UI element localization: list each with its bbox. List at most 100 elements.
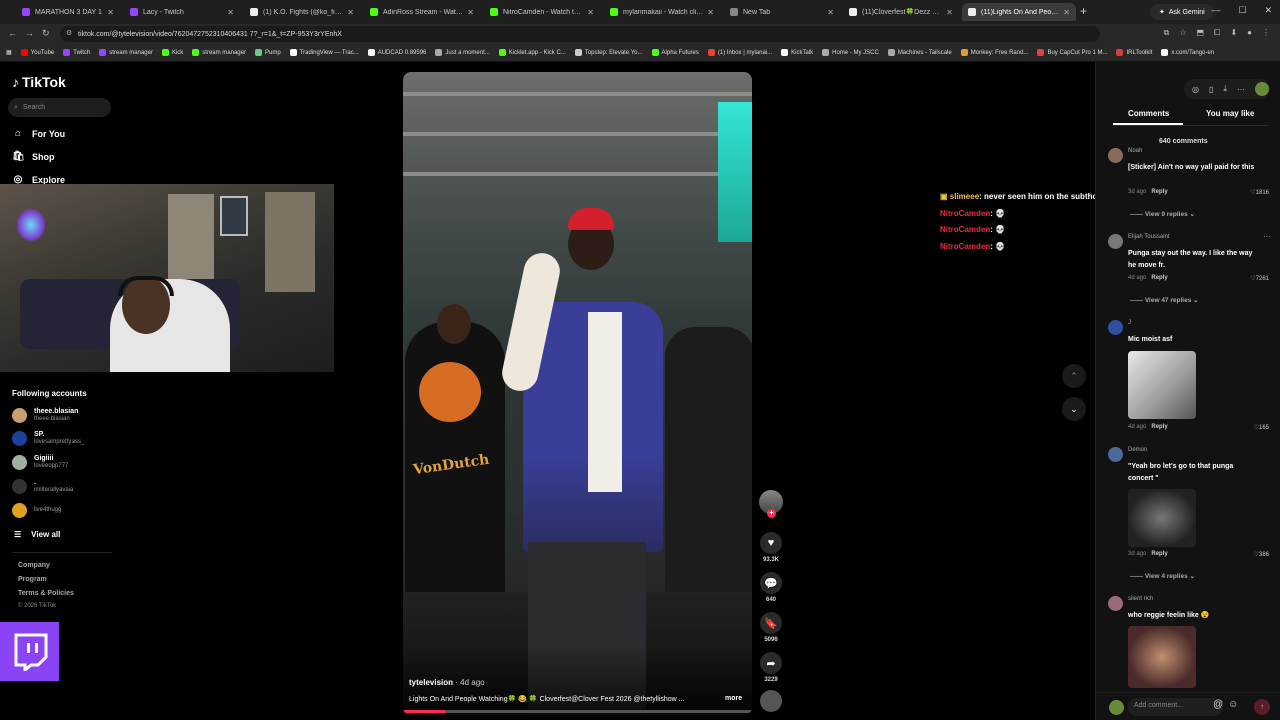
profile-icon[interactable]: ● bbox=[1247, 28, 1252, 38]
browser-tab[interactable]: (1) K.O. Fights (@ko_fights_) / X ✕ bbox=[244, 3, 360, 21]
tab-comments[interactable]: Comments bbox=[1128, 109, 1169, 118]
add-comment-input[interactable]: Add comment... bbox=[1128, 698, 1223, 716]
phone-icon[interactable]: ▯ bbox=[1209, 85, 1213, 94]
ask-gemini-button[interactable]: ✦ Ask Gemini bbox=[1150, 4, 1214, 20]
browser-tab[interactable]: Lacy - Twitch ✕ bbox=[124, 3, 240, 21]
maximize-icon[interactable]: ☐ bbox=[1238, 5, 1246, 16]
extensions-icon[interactable]: ⬒ bbox=[1196, 28, 1204, 38]
close-icon[interactable]: ✕ bbox=[347, 8, 354, 17]
reply-button[interactable]: Reply bbox=[1151, 551, 1167, 557]
avatar[interactable] bbox=[1108, 234, 1123, 249]
bookmark[interactable]: Pump bbox=[254, 49, 281, 56]
following-account[interactable]: . imliterallyavaia bbox=[12, 479, 73, 494]
reply-button[interactable]: Reply bbox=[1151, 189, 1167, 195]
save-button[interactable]: 🔖 5096 bbox=[758, 612, 784, 643]
bookmark[interactable]: KickTalk bbox=[781, 49, 813, 56]
close-icon[interactable]: ✕ bbox=[707, 8, 714, 17]
bookmark[interactable]: AUDCAD 0.89596 bbox=[367, 49, 426, 56]
next-video-button[interactable]: ⌄ bbox=[1062, 397, 1086, 421]
follow-plus-icon[interactable]: + bbox=[767, 509, 776, 518]
video-progress-bar[interactable] bbox=[403, 710, 752, 713]
bookmark[interactable]: YouTube bbox=[20, 49, 54, 56]
menu-icon[interactable]: ⋮ bbox=[1262, 28, 1270, 38]
browser-tab[interactable]: AdinRoss Stream - Watch Live✕ bbox=[364, 3, 480, 21]
comment-like[interactable]: ♡165 bbox=[1254, 424, 1269, 431]
bookmark[interactable]: Buy CapCut Pro 1 M... bbox=[1037, 49, 1107, 56]
share-button[interactable]: ➦ 3229 bbox=[758, 652, 784, 683]
compass-icon[interactable]: ◎ bbox=[1192, 85, 1199, 94]
close-icon[interactable]: ✕ bbox=[587, 8, 594, 17]
close-icon[interactable]: ✕ bbox=[946, 8, 953, 17]
following-account[interactable]: SP. lovesampretty ass_ bbox=[12, 431, 85, 446]
bookmark[interactable]: Kicklet.app - Kick C... bbox=[498, 49, 566, 56]
address-bar[interactable]: ⚙ tiktok.com/@tytelevision/video/7620472… bbox=[60, 26, 1100, 42]
nav-shop[interactable]: 🛍 Shop bbox=[12, 151, 55, 162]
close-icon[interactable]: ✕ bbox=[827, 8, 834, 17]
bookmark[interactable]: Topstep: Elevate Yo... bbox=[574, 49, 643, 56]
comment-image[interactable] bbox=[1128, 626, 1196, 688]
following-account[interactable]: Gigiiii loveeopp777 bbox=[12, 455, 68, 470]
comment-image[interactable] bbox=[1128, 351, 1196, 419]
more-options-icon[interactable]: ··· bbox=[1263, 232, 1271, 241]
browser-tab[interactable]: (11)Cloverfest🍀Dezz perfo ✕ bbox=[843, 3, 959, 21]
browser-tab[interactable]: New Tab ✕ bbox=[724, 3, 840, 21]
bookmark-star-icon[interactable]: ☆ bbox=[1179, 28, 1186, 38]
caption-more-button[interactable]: more bbox=[725, 695, 742, 702]
bookmark[interactable]: stream manager bbox=[192, 49, 246, 56]
comment-author[interactable]: silent rich bbox=[1128, 596, 1153, 602]
bookmark[interactable]: x.com/Tango‑en bbox=[1161, 49, 1214, 56]
bookmark[interactable]: (1) Inbox | mylanai... bbox=[707, 49, 772, 56]
video-author[interactable]: tytelevision · 4d ago bbox=[409, 678, 485, 687]
bookmark[interactable]: stream manager bbox=[99, 49, 153, 56]
new-tab-button[interactable]: + bbox=[1080, 4, 1087, 18]
following-account[interactable]: theee.blasian theee.blasian bbox=[12, 408, 78, 423]
comment-author[interactable]: Elijah Toussaint bbox=[1128, 234, 1170, 240]
comment-like[interactable]: ♡386 bbox=[1254, 551, 1269, 558]
bookmark[interactable]: Machines - Tailscale bbox=[887, 49, 952, 56]
bookmark[interactable]: Monkey: Free Rand... bbox=[960, 49, 1028, 56]
close-icon[interactable]: ✕ bbox=[1063, 8, 1070, 17]
user-avatar[interactable] bbox=[1254, 82, 1269, 96]
previous-video-button[interactable]: ⌃ bbox=[1062, 364, 1086, 388]
apps-icon[interactable]: ▦ bbox=[6, 49, 12, 56]
comment-image[interactable] bbox=[1128, 489, 1196, 547]
browser-tab[interactable]: NitroCamden - Watch the VOD ✕ bbox=[484, 3, 600, 21]
forward-icon[interactable]: → bbox=[25, 28, 34, 38]
comment-like[interactable]: ♡7261 bbox=[1250, 275, 1269, 282]
view-replies-button[interactable]: —— View 4 replies ⌄ bbox=[1130, 572, 1195, 580]
view-replies-button[interactable]: —— View 47 replies ⌄ bbox=[1130, 296, 1199, 304]
footer-terms-link[interactable]: Terms & Policies bbox=[18, 590, 74, 597]
comment-like[interactable]: ♡1816 bbox=[1250, 189, 1269, 196]
reply-button[interactable]: Reply bbox=[1151, 275, 1167, 281]
bookmark[interactable]: Alpha Futures bbox=[651, 49, 699, 56]
avatar[interactable] bbox=[1108, 596, 1123, 611]
video-player[interactable]: VonDutch tytelevision · 4d ago Lights On… bbox=[403, 72, 752, 715]
bookmark[interactable]: IRLToolkit bbox=[1116, 49, 1152, 56]
comment-author[interactable]: J bbox=[1128, 320, 1131, 326]
bookmark[interactable]: TradingView — Trac... bbox=[289, 49, 359, 56]
avatar[interactable] bbox=[1108, 320, 1123, 335]
browser-tab-active[interactable]: (11)Lights On And People W✕ bbox=[962, 3, 1076, 21]
download-icon[interactable]: ⤓ bbox=[1223, 84, 1227, 94]
emoji-icon[interactable]: ☺ bbox=[1228, 699, 1238, 710]
window-close-icon[interactable]: ✕ bbox=[1264, 5, 1272, 16]
browser-tab[interactable]: mylanmakaii - Watch clips on✕ bbox=[604, 3, 720, 21]
mention-icon[interactable]: @ bbox=[1213, 699, 1223, 710]
comment-author[interactable]: Demon bbox=[1128, 447, 1147, 453]
footer-program-link[interactable]: Program bbox=[18, 576, 47, 583]
like-button[interactable]: ♥ 93.3K bbox=[758, 532, 784, 563]
close-icon[interactable]: ✕ bbox=[107, 8, 114, 17]
reload-icon[interactable]: ↻ bbox=[42, 28, 50, 39]
overflow-icon[interactable]: ··· bbox=[1237, 85, 1245, 94]
search-input[interactable]: ⌕ Search bbox=[8, 98, 111, 117]
tiktok-logo[interactable]: ♪ TikTok bbox=[12, 74, 66, 90]
install-icon[interactable]: ⧉ bbox=[1164, 28, 1170, 38]
bookmark[interactable]: Kick bbox=[161, 49, 183, 56]
footer-company-link[interactable]: Company bbox=[18, 562, 50, 569]
comment-button[interactable]: 💬 640 bbox=[758, 572, 784, 603]
downloads-icon[interactable]: ⬇ bbox=[1230, 28, 1237, 38]
site-info-icon[interactable]: ⚙ bbox=[66, 29, 72, 37]
bookmark[interactable]: Just a moment... bbox=[435, 49, 490, 56]
browser-tab[interactable]: MARATHON 3 DAY 1 ✕ bbox=[16, 3, 120, 21]
comment-author[interactable]: Noah bbox=[1128, 148, 1142, 154]
